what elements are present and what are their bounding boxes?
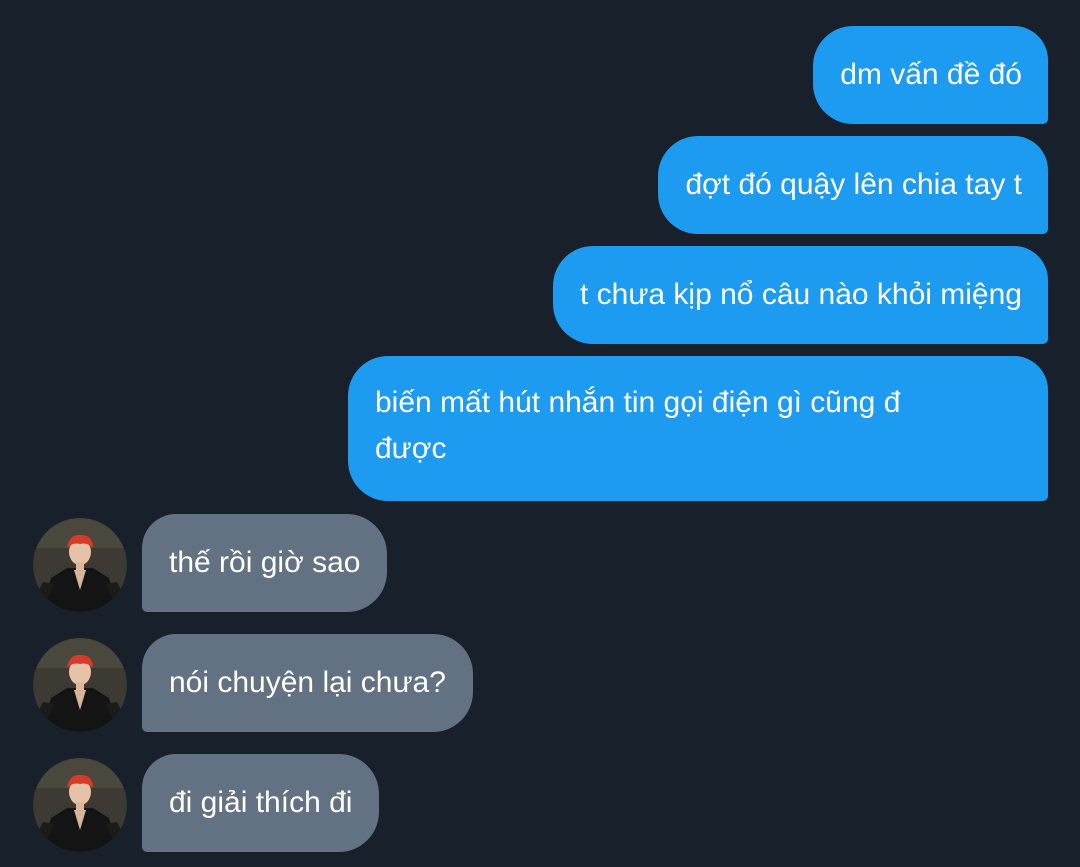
outgoing-message-bubble[interactable]: đợt đó quậy lên chia tay t [658, 136, 1048, 234]
message-text: dm vấn đề đó [840, 58, 1022, 91]
outgoing-message-bubble[interactable]: t chưa kịp nổ câu nào khỏi miệng [552, 246, 1048, 344]
message-text: thế rồi giờ sao [169, 546, 361, 579]
outgoing-message-bubble[interactable]: dm vấn đề đó [813, 26, 1048, 124]
person-photo-icon [33, 518, 127, 612]
message-thread: dm vấn đề đó đợt đó quậy lên chia tay t … [0, 0, 1080, 867]
message-text: nói chuyện lại chưa? [169, 666, 446, 699]
outgoing-message-bubble[interactable]: biến mất hút nhắn tin gọi điện gì cũng đ… [348, 356, 1048, 501]
incoming-message-bubble[interactable]: thế rồi giờ sao [142, 514, 388, 612]
contact-avatar[interactable] [33, 758, 127, 852]
message-text: biến mất hút nhắn tin gọi điện gì cũng đ… [375, 386, 901, 465]
contact-avatar[interactable] [33, 518, 127, 612]
contact-avatar[interactable] [33, 638, 127, 732]
message-text: đợt đó quậy lên chia tay t [685, 168, 1022, 201]
person-photo-icon [33, 758, 127, 852]
person-photo-icon [33, 638, 127, 732]
message-text: đi giải thích đi [169, 786, 353, 819]
incoming-message-bubble[interactable]: đi giải thích đi [142, 754, 380, 852]
message-text: t chưa kịp nổ câu nào khỏi miệng [579, 278, 1022, 311]
incoming-message-bubble[interactable]: nói chuyện lại chưa? [142, 634, 473, 732]
